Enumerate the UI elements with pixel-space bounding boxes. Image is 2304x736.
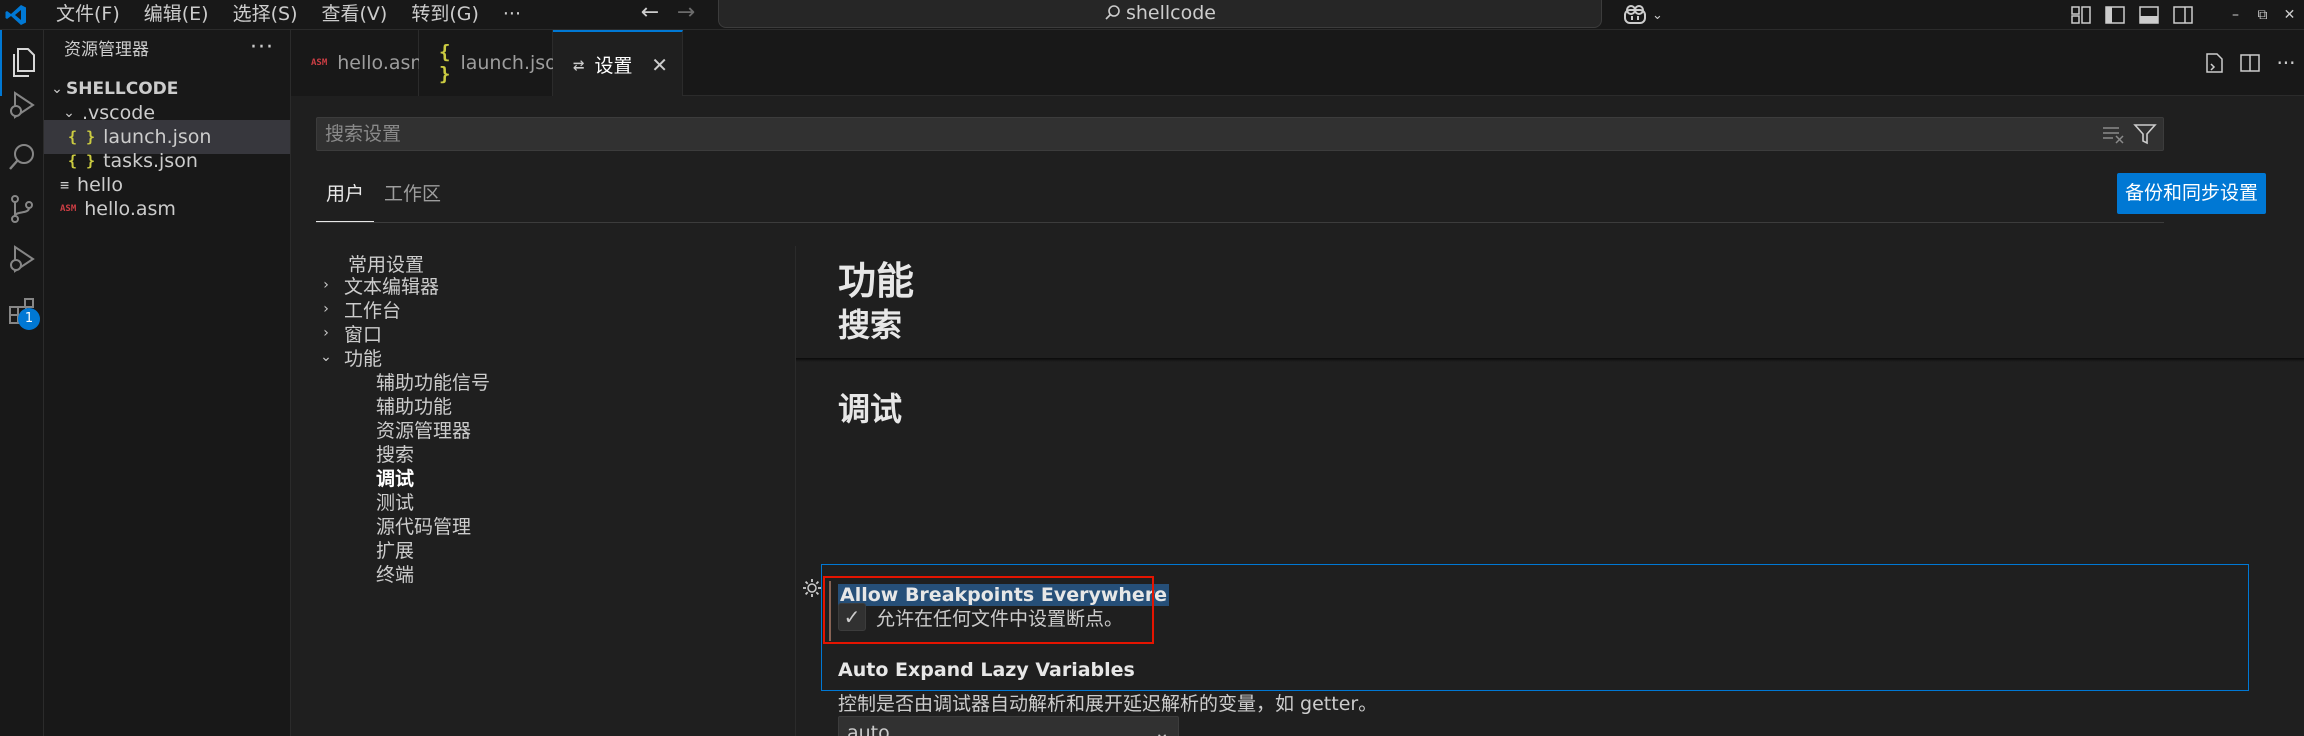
tab-launch-json[interactable]: { } launch.json — [419, 30, 569, 96]
menu-go[interactable]: 转到(G) — [399, 0, 491, 30]
extensions-activity[interactable]: 1 — [0, 278, 44, 344]
backup-sync-button[interactable]: 备份和同步设置 — [2117, 173, 2267, 214]
toc-item[interactable]: 终端 — [376, 556, 414, 590]
search-icon — [9, 144, 34, 170]
chevron-right-icon: › — [323, 325, 329, 341]
extensions-badge: 1 — [18, 308, 40, 330]
tab-label: hello.asm — [337, 52, 429, 74]
tree-file-hello-asm[interactable]: ASM hello.asm — [44, 192, 290, 226]
close-window-icon[interactable]: ✕ — [2276, 7, 2303, 23]
split-editor-icon[interactable] — [2232, 52, 2268, 74]
chevron-down-icon: ⌄ — [1154, 722, 1170, 736]
settings-scope-tabs: 用户 工作区 — [316, 166, 451, 222]
gear-icon[interactable] — [801, 577, 823, 599]
explorer-header: 资源管理器 ··· — [44, 30, 290, 64]
close-icon[interactable]: ✕ — [651, 53, 668, 77]
minimize-icon[interactable]: – — [2222, 7, 2249, 23]
explorer-title: 资源管理器 — [64, 39, 149, 60]
chevron-down-icon: ⌄ — [1652, 7, 1663, 23]
chevron-down-icon: ⌄ — [63, 105, 75, 121]
sticky-header-shadow — [796, 358, 2304, 362]
chevron-right-icon: › — [323, 277, 329, 293]
tab-hello-asm[interactable]: ASM hello.asm — [291, 30, 429, 96]
toggle-primary-sidebar-icon[interactable] — [2098, 0, 2132, 30]
activity-bar: 1 — [0, 30, 44, 736]
asm-file-icon: ASM — [60, 204, 77, 214]
setting-description: 控制是否由调试器自动解析和展开延迟解析的变量，如 getter。 — [838, 693, 1378, 715]
subsection-title: 搜索 — [838, 306, 903, 344]
chevron-down-icon: ⌄ — [51, 81, 63, 97]
settings-toc: 常用设置 › 文本编辑器 › 工作台 › 窗口 ⌄ 功能 辅助功能信号 辅助功能… — [316, 246, 796, 736]
toggle-panel-icon[interactable] — [2132, 0, 2166, 30]
divider — [316, 222, 2164, 223]
explorer-sidebar: 资源管理器 ··· ⌄ SHELLCODE ⌄ .vscode { } laun… — [44, 30, 291, 736]
copilot-button[interactable]: ⌄ — [1622, 2, 1663, 28]
asm-file-icon: ASM — [311, 58, 328, 68]
title-bar: 文件(F) 编辑(E) 选择(S) 查看(V) 转到(G) ··· ← → sh… — [0, 0, 2304, 30]
settings-editor-icon: ⇄ — [573, 53, 585, 76]
more-actions-icon[interactable]: ··· — [2268, 51, 2304, 75]
search-icon — [1105, 5, 1120, 20]
command-center[interactable]: shellcode — [718, 0, 1602, 28]
toggle-secondary-sidebar-icon[interactable] — [2166, 0, 2200, 30]
source-control-icon — [11, 195, 33, 223]
clear-filter-icon[interactable] — [2101, 122, 2125, 151]
tab-workspace[interactable]: 工作区 — [374, 166, 451, 222]
chevron-down-icon: ⌄ — [320, 349, 332, 365]
menu-selection[interactable]: 选择(S) — [221, 0, 310, 30]
settings-search-box — [316, 117, 2164, 151]
tab-label: 设置 — [594, 55, 633, 77]
back-arrow-icon[interactable]: ← — [632, 0, 668, 30]
menu-edit[interactable]: 编辑(E) — [132, 0, 221, 30]
toc-item[interactable]: ⌄ 功能 — [316, 340, 382, 374]
tree-item-label: hello.asm — [84, 198, 176, 220]
section-title: 功能 — [838, 259, 915, 303]
tab-settings[interactable]: ⇄ 设置 ✕ — [553, 30, 683, 97]
settings-search-input[interactable] — [317, 118, 2017, 150]
menu-more[interactable]: ··· — [491, 0, 533, 30]
customize-layout-icon[interactable] — [2064, 0, 2098, 30]
more-actions-icon[interactable]: ··· — [250, 35, 274, 60]
select-value: auto — [847, 722, 890, 736]
vscode-logo-icon — [5, 5, 26, 25]
menu-view[interactable]: 查看(V) — [310, 0, 400, 30]
copilot-icon — [1624, 5, 1646, 24]
filter-icon[interactable] — [2133, 122, 2157, 151]
forward-arrow-icon[interactable]: → — [668, 0, 704, 30]
run-debug-icon — [10, 245, 35, 273]
open-settings-json-icon[interactable] — [2196, 52, 2232, 74]
run-debug-icon — [10, 91, 35, 119]
chevron-right-icon: › — [323, 301, 329, 317]
settings-editor: 用户 工作区 备份和同步设置 常用设置 › 文本编辑器 › 工作台 › 窗口 ⌄… — [291, 96, 2304, 736]
tab-user[interactable]: 用户 — [316, 166, 375, 222]
auto-expand-select[interactable]: auto ⌄ — [838, 716, 1179, 736]
editor-actions: ··· — [2196, 30, 2304, 96]
menu-file[interactable]: 文件(F) — [56, 0, 132, 30]
subsection-title: 调试 — [838, 390, 903, 428]
settings-content: 功能 搜索 调试 Allow Breakpoints Everywhere ✓ … — [796, 246, 2304, 736]
menu-bar: 文件(F) 编辑(E) 选择(S) 查看(V) 转到(G) ··· — [56, 0, 533, 30]
json-file-icon: { } — [439, 41, 451, 85]
setting-title: Auto Expand Lazy Variables — [838, 659, 1135, 681]
command-center-text: shellcode — [1125, 2, 1216, 24]
highlight-annotation — [823, 576, 1154, 644]
editor-tab-bar: ASM hello.asm { } launch.json ⇄ 设置 ✕ ··· — [291, 30, 2304, 97]
restore-icon[interactable]: ⧉ — [2249, 7, 2276, 23]
